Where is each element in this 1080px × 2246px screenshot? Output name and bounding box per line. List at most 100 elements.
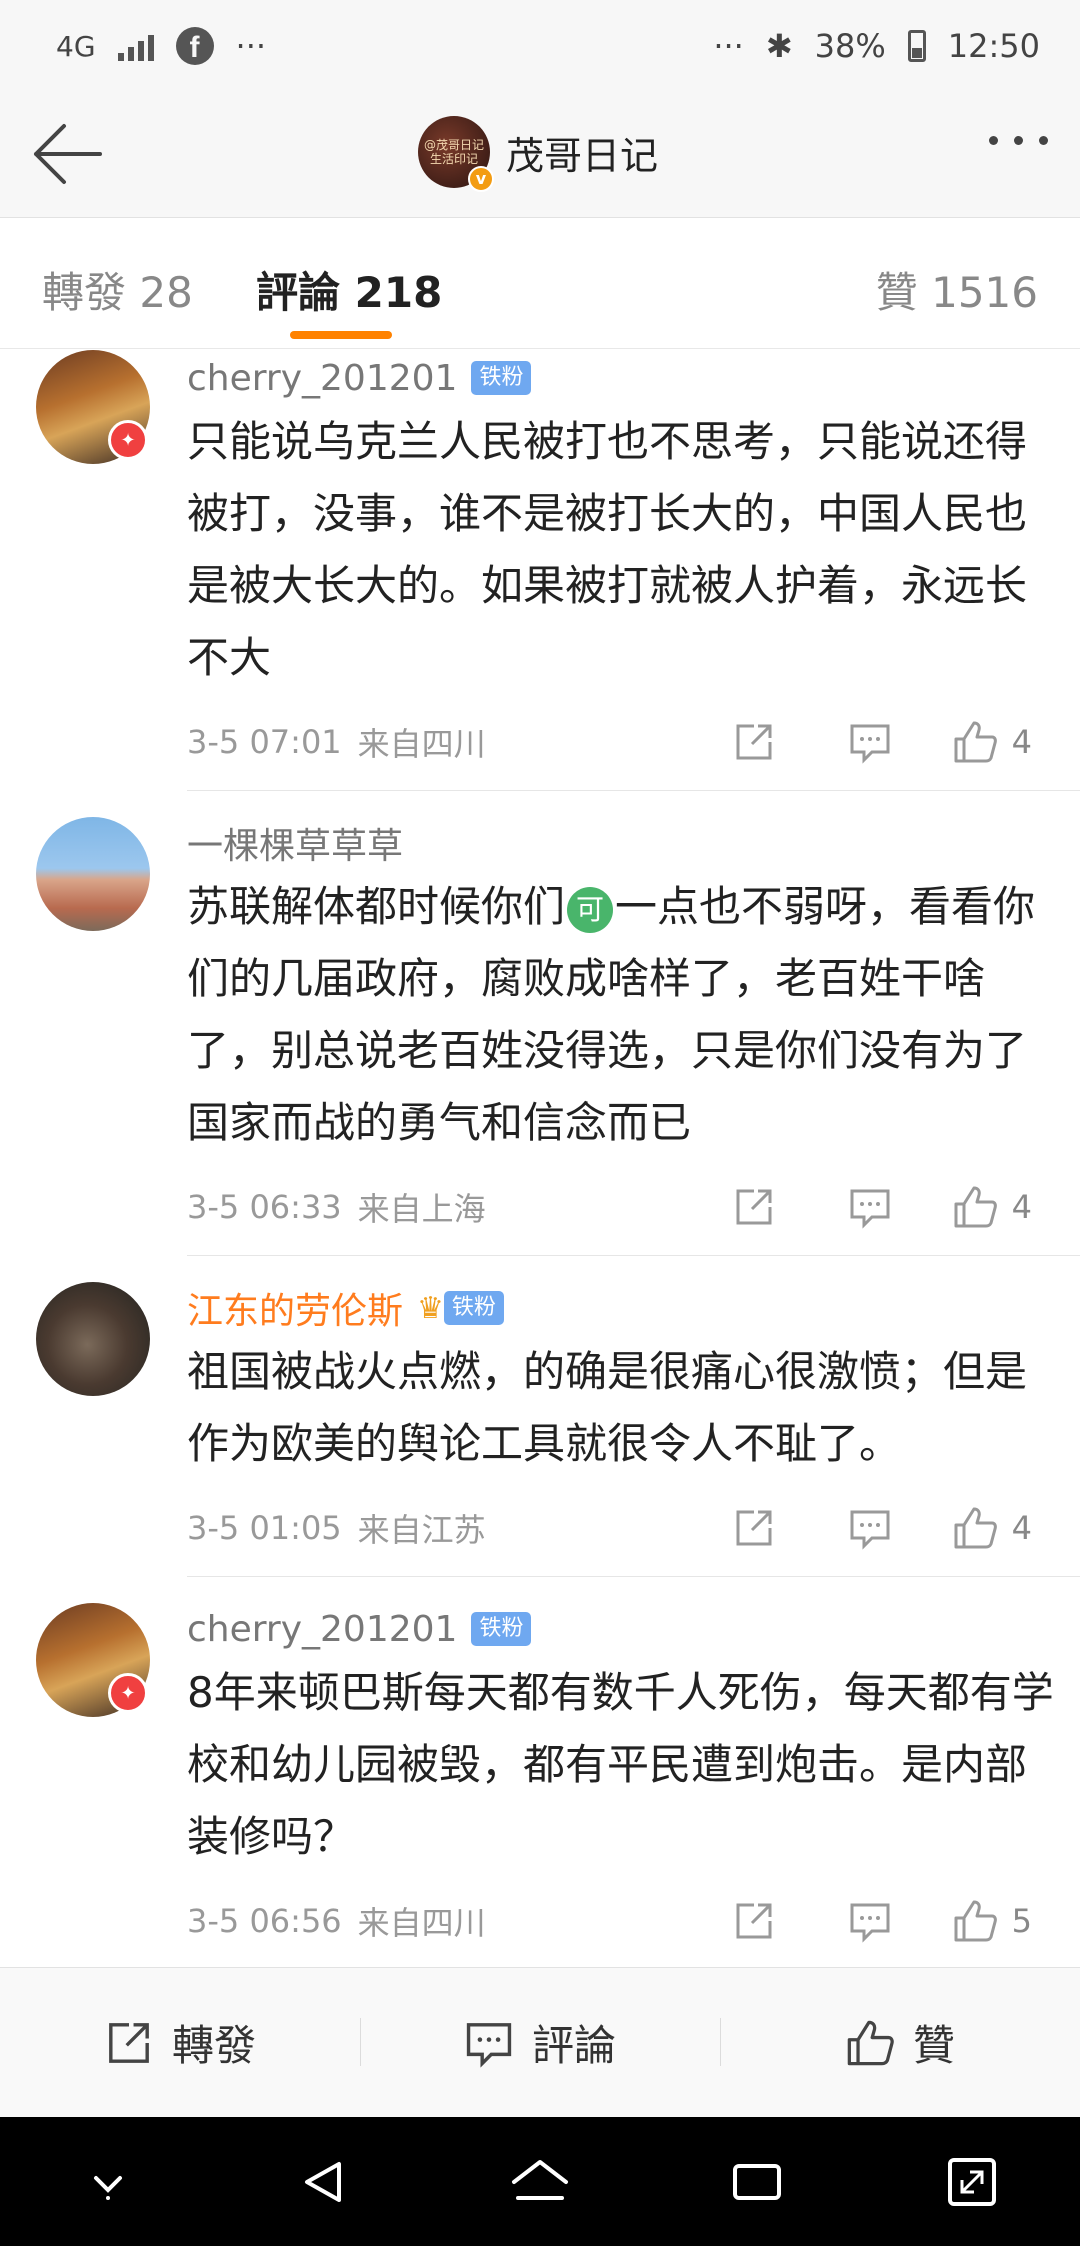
comment-meta: 3-5 06:33 来自上海 4	[187, 1159, 1056, 1255]
account-avatar-text: @茂哥日记 生活印记	[423, 138, 484, 166]
like-count: 5	[1011, 1902, 1032, 1940]
top-navigation-bar: @茂哥日记 生活印记 v 茂哥日记	[0, 92, 1080, 218]
tab-bar: 轉發 28 評論 218 贊 1516	[0, 219, 1080, 349]
fan-badge: 铁粉	[443, 1291, 504, 1325]
back-triangle-icon[interactable]	[293, 2152, 353, 2212]
comment-text: 只能说乌克兰人民被打也不思考，只能说还得被打，没事，谁不是被打长大的，中国人民也…	[187, 417, 1028, 682]
like-label: 贊	[912, 2021, 955, 2070]
signal-icon	[117, 31, 154, 61]
status-bar: 4G f ··· ··· ✱ 38% 12:50	[0, 0, 1080, 92]
more-options-button[interactable]	[989, 136, 1048, 145]
comment-icon	[850, 1510, 890, 1550]
share-icon	[736, 724, 772, 760]
share-icon	[736, 1903, 772, 1939]
system-navigation-bar	[0, 2117, 1080, 2246]
like-button[interactable]: 4	[952, 1505, 1032, 1551]
back-button[interactable]	[28, 118, 108, 190]
dot-icon	[989, 136, 998, 145]
comment-location: 来自江苏	[357, 1511, 486, 1549]
comment-item: ✦ cherry_201201 铁粉 只能说乌克兰人民被打也不思考，只能说还得被…	[0, 350, 1080, 790]
expand-icon[interactable]	[942, 2152, 1002, 2212]
user-avatar[interactable]	[36, 817, 150, 931]
network-label: 4G	[56, 29, 96, 63]
home-icon[interactable]	[508, 2152, 572, 2212]
username-row: cherry_201201 铁粉	[187, 350, 1056, 406]
comment-text: 苏联解体都时候你们可一点也不弱呀，看看你们的几届政府，腐败成啥样了，老百姓干啥了…	[187, 871, 1056, 1159]
thumbs-up-icon	[847, 2020, 894, 2065]
share-button[interactable]	[732, 720, 776, 764]
share-button[interactable]	[732, 1506, 776, 1550]
comment-item: 江东的劳伦斯 ♛ 铁粉 祖国被战火点燃，的确是很痛心很激愤；但是作为欧美的舆论工…	[0, 1256, 1080, 1576]
like-post-button[interactable]: 贊	[720, 1968, 1080, 2117]
like-button[interactable]: 4	[952, 719, 1032, 765]
comment-text: 祖国被战火点燃，的确是很痛心很激愤；但是作为欧美的舆论工具就很令人不耻了。	[187, 1347, 1028, 1468]
account-header[interactable]: @茂哥日记 生活印记 v 茂哥日记	[418, 116, 659, 192]
username-row: 一棵棵草草草	[187, 815, 1056, 871]
username-row: 江东的劳伦斯 ♛ 铁粉	[187, 1280, 1056, 1336]
recent-apps-icon[interactable]	[727, 2152, 787, 2212]
comment-meta: 3-5 07:01 来自四川 4	[187, 694, 1056, 790]
red-badge-icon: ✦	[108, 420, 148, 460]
comment-icon	[850, 1189, 890, 1229]
comment-icon	[466, 2022, 512, 2068]
reply-button[interactable]	[848, 1185, 892, 1229]
username[interactable]: cherry_201201	[187, 358, 457, 399]
username[interactable]: cherry_201201	[187, 1609, 457, 1650]
comment-location: 来自四川	[357, 1904, 486, 1942]
comment-text: 8年来顿巴斯每天都有数千人死伤，每天都有学校和幼儿园被毁，都有平民遭到炮击。是内…	[187, 1668, 1054, 1861]
tab-likes[interactable]: 贊 1516	[876, 259, 1038, 320]
comment-icon	[850, 724, 890, 764]
reply-button[interactable]	[848, 1506, 892, 1550]
comment-item: 一棵棵草草草 苏联解体都时候你们可一点也不弱呀，看看你们的几届政府，腐败成啥样了…	[0, 791, 1080, 1255]
comment-actions: 4	[732, 1159, 1032, 1255]
fan-badge: 铁粉	[471, 361, 532, 395]
account-avatar[interactable]: @茂哥日记 生活印记 v	[418, 116, 494, 192]
verified-icon: v	[468, 166, 494, 192]
facebook-icon: f	[175, 27, 214, 65]
thumbs-up-icon	[954, 1507, 997, 1549]
comment-icon	[850, 1903, 890, 1943]
username[interactable]: 江东的劳伦斯	[187, 1282, 403, 1334]
reply-button[interactable]	[848, 1899, 892, 1943]
battery-icon	[907, 30, 926, 62]
comment-item: ✦ cherry_201201 铁粉 8年来顿巴斯每天都有数千人死伤，每天都有学…	[0, 1577, 1080, 1966]
share-button[interactable]	[732, 1185, 776, 1229]
share-icon	[109, 2022, 149, 2063]
reply-button[interactable]	[848, 720, 892, 764]
comment-meta: 3-5 01:05 来自江苏 4	[187, 1480, 1056, 1576]
dot-icon	[1014, 136, 1023, 145]
chevron-down-icon[interactable]	[78, 2152, 138, 2212]
red-badge-icon: ✦	[108, 1673, 148, 1713]
clock: 12:50	[947, 27, 1040, 65]
thumbs-up-icon	[954, 1900, 997, 1942]
repost-label: 轉發	[171, 2021, 256, 2070]
user-avatar[interactable]	[36, 1282, 150, 1396]
comment-list: ✦ cherry_201201 铁粉 只能说乌克兰人民被打也不思考，只能说还得被…	[0, 350, 1080, 1966]
comment-button[interactable]: 評論	[360, 1968, 720, 2117]
thumbs-up-icon	[954, 1186, 997, 1228]
comment-actions: 4	[732, 1480, 1032, 1576]
username[interactable]: 一棵棵草草草	[187, 817, 403, 869]
more-status-icons: ···	[713, 27, 744, 65]
repost-button[interactable]: 轉發	[0, 1968, 360, 2117]
comment-actions: 5	[732, 1873, 1032, 1966]
bottom-action-bar: 轉發 評論 贊	[0, 1967, 1080, 2117]
share-button[interactable]	[732, 1899, 776, 1943]
like-count: 4	[1011, 723, 1032, 761]
share-icon	[736, 1189, 772, 1225]
dot-icon	[1039, 136, 1048, 145]
account-name: 茂哥日记	[506, 133, 659, 178]
comment-time: 3-5 06:33	[187, 1188, 342, 1226]
tab-comments[interactable]: 評論 218	[256, 259, 442, 320]
crown-icon: ♛	[417, 1290, 444, 1326]
back-arrow-icon	[34, 124, 102, 184]
battery-percent: 38%	[814, 27, 886, 65]
status-right: ··· ✱ 38% 12:50	[713, 27, 1040, 65]
like-button[interactable]: 5	[952, 1898, 1032, 1944]
comment-location: 来自四川	[357, 725, 486, 763]
like-button[interactable]: 4	[952, 1184, 1032, 1230]
comment-actions: 4	[732, 694, 1032, 790]
share-icon	[736, 1510, 772, 1546]
comment-label: 評論	[531, 2021, 616, 2070]
tab-reposts[interactable]: 轉發 28	[42, 259, 193, 320]
